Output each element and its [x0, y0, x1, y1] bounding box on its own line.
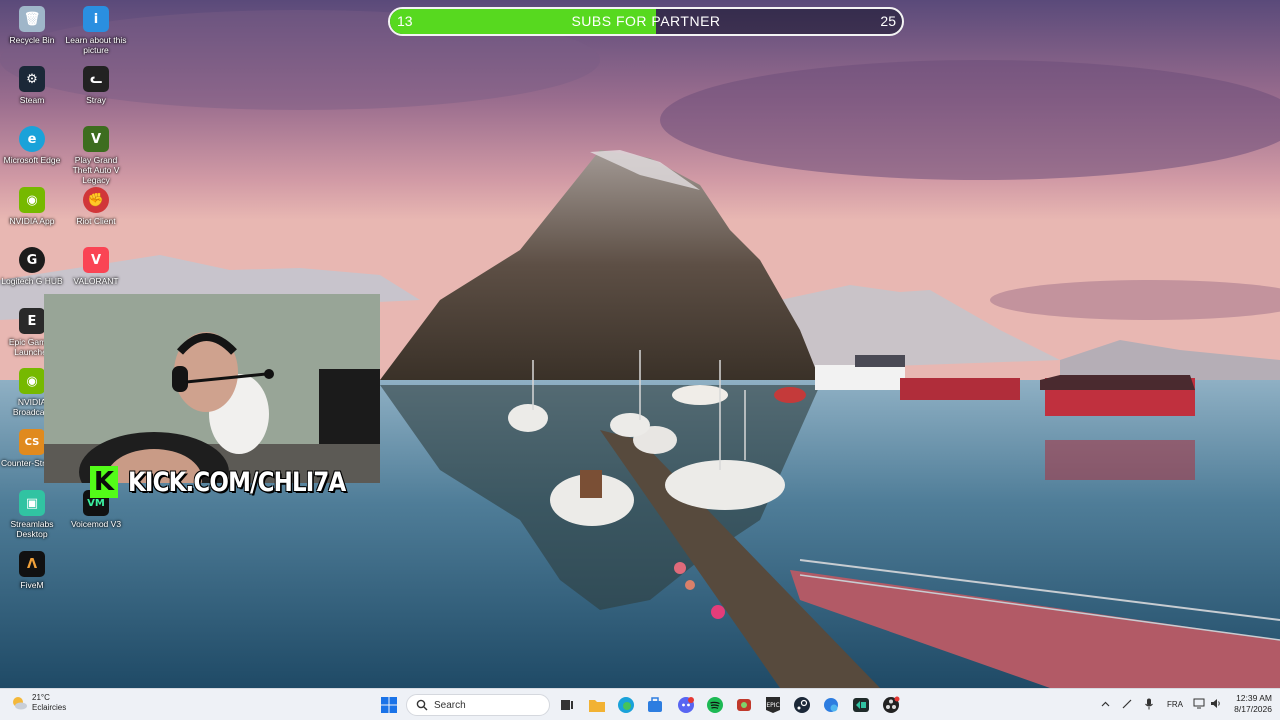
streamlabs-icon: ▣: [19, 490, 45, 516]
language-indicator[interactable]: FRA: [1167, 700, 1183, 709]
taskbar-streamlabs[interactable]: [850, 694, 872, 716]
desktop-icon-riot-client[interactable]: ✊ Riot Client: [64, 187, 128, 226]
app-icon: [824, 698, 838, 712]
store-icon: [648, 697, 662, 712]
desktop-icon-valorant[interactable]: V VALORANT: [64, 247, 128, 286]
desktop-icon-steam[interactable]: ⚙ Steam: [0, 66, 64, 105]
edge-icon: e: [19, 126, 45, 152]
spotify-icon: [707, 697, 723, 713]
clock-time: 12:39 AM: [1236, 693, 1272, 703]
desktop-icon-label: Learn about this picture: [65, 35, 127, 55]
taskbar-game-app[interactable]: [733, 694, 755, 716]
desktop-icon-stray[interactable]: ᓚ Stray: [64, 66, 128, 105]
taskbar-steam[interactable]: [791, 694, 813, 716]
desktop-icon-label: NVIDIA App: [9, 216, 55, 226]
desktop-icon-gta-v[interactable]: V Play Grand Theft Auto V Legacy: [64, 126, 128, 185]
valorant-icon: V: [83, 247, 109, 273]
sub-goal-bar: 13 SUBS FOR PARTNER 25: [388, 7, 904, 36]
desktop-icon-logitech-g-hub[interactable]: G Logitech G HUB: [0, 247, 64, 286]
game-icon: [737, 699, 751, 711]
taskbar-discord[interactable]: [675, 694, 697, 716]
desktop-icon-microsoft-edge[interactable]: e Microsoft Edge: [0, 126, 64, 165]
taskbar-store[interactable]: [644, 694, 666, 716]
steam-icon: ⚙: [19, 66, 45, 92]
partly-sunny-icon: [13, 697, 27, 710]
svg-text:EPIC: EPIC: [766, 702, 779, 709]
desktop-icon-label: Voicemod V3: [70, 519, 122, 529]
start-button[interactable]: [378, 694, 400, 716]
counter-strike-icon: CS: [19, 429, 45, 455]
network-icon[interactable]: [1193, 698, 1205, 711]
taskbar-file-explorer[interactable]: [586, 694, 608, 716]
microphone-icon[interactable]: [1142, 698, 1156, 712]
kick-logo-icon: K: [90, 466, 118, 498]
desktop-icon-recycle-bin[interactable]: 🗑 Recycle Bin: [0, 6, 64, 45]
desktop-icon-label: Riot Client: [76, 216, 116, 226]
show-hidden-icons-chevron-icon[interactable]: [1098, 700, 1112, 709]
info-icon: i: [83, 6, 109, 32]
desktop-icon-nvidia-app[interactable]: ◉ NVIDIA App: [0, 187, 64, 226]
taskbar-app[interactable]: [820, 694, 842, 716]
desktop-icon-label: VALORANT: [73, 276, 119, 286]
taskbar-epic-games[interactable]: EPIC: [762, 694, 784, 716]
task-view-button[interactable]: [556, 694, 578, 716]
clock-date: 8/17/2026: [1234, 704, 1272, 714]
search-placeholder: Search: [434, 699, 466, 711]
search-icon: [416, 699, 428, 711]
taskbar-search-box[interactable]: Search: [406, 694, 550, 716]
taskbar-obs[interactable]: [880, 694, 902, 716]
desktop-icon-label: Streamlabs Desktop: [10, 519, 54, 539]
desktop-icon-label: Stray: [86, 95, 106, 105]
taskbar-spotify[interactable]: [704, 694, 726, 716]
riot-icon: ✊: [83, 187, 109, 213]
fivem-icon: Λ: [19, 551, 45, 577]
kick-channel-url: KICK.COM/CHLI7A: [128, 466, 346, 498]
desktop-icon-label: Steam: [19, 95, 45, 105]
desktop-icon-label: Microsoft Edge: [3, 155, 61, 165]
kick-channel-overlay: K KICK.COM/CHLI7A: [90, 464, 384, 500]
epic-icon: EPIC: [766, 697, 780, 713]
epic-icon: E: [19, 308, 45, 334]
windows-logo-icon: [381, 697, 397, 713]
weather-condition: Eclaircies: [32, 703, 67, 712]
taskbar-edge[interactable]: [615, 694, 637, 716]
taskbar-clock[interactable]: 12:39 AM 8/17/2026: [1222, 693, 1272, 715]
obs-icon: [883, 696, 900, 713]
nvidia-icon: ◉: [19, 187, 45, 213]
nvidia-broadcast-icon: ◉: [19, 368, 45, 394]
task-view-icon: [561, 700, 573, 710]
desktop-icon-label: Recycle Bin: [9, 35, 55, 45]
weather-widget[interactable]: 21°C Eclaircies: [10, 693, 66, 713]
pen-icon[interactable]: [1120, 699, 1134, 711]
volume-icon[interactable]: [1210, 698, 1222, 711]
desktop-icon-label: FiveM: [20, 580, 44, 590]
folder-icon: [589, 700, 605, 712]
discord-icon: [678, 697, 694, 713]
edge-icon: [618, 697, 634, 713]
steam-icon: [794, 697, 810, 713]
weather-temperature: 21°C: [32, 693, 50, 702]
sub-goal-target: 25: [880, 13, 896, 29]
desktop-icon-label: Logitech G HUB: [1, 276, 63, 286]
gta-icon: V: [83, 126, 109, 152]
webcam-feed: [44, 294, 380, 483]
desktop-icon-fivem[interactable]: Λ FiveM: [0, 551, 64, 590]
cat-icon: ᓚ: [83, 66, 109, 92]
desktop-icon-label: Play Grand Theft Auto V Legacy: [72, 155, 120, 185]
recycle-bin-icon: 🗑: [19, 6, 45, 32]
system-tray: FRA: [1098, 689, 1222, 720]
logitech-icon: G: [19, 247, 45, 273]
sub-goal-label: SUBS FOR PARTNER: [571, 13, 721, 29]
desktop-icon-learn-about-picture[interactable]: i Learn about this picture: [64, 6, 128, 55]
desktop-icon-streamlabs[interactable]: ▣ Streamlabs Desktop: [0, 490, 64, 539]
taskbar: 21°C Eclaircies Search EPIC FRA 12:39 AM…: [0, 688, 1280, 720]
streamlabs-icon: [853, 698, 869, 712]
